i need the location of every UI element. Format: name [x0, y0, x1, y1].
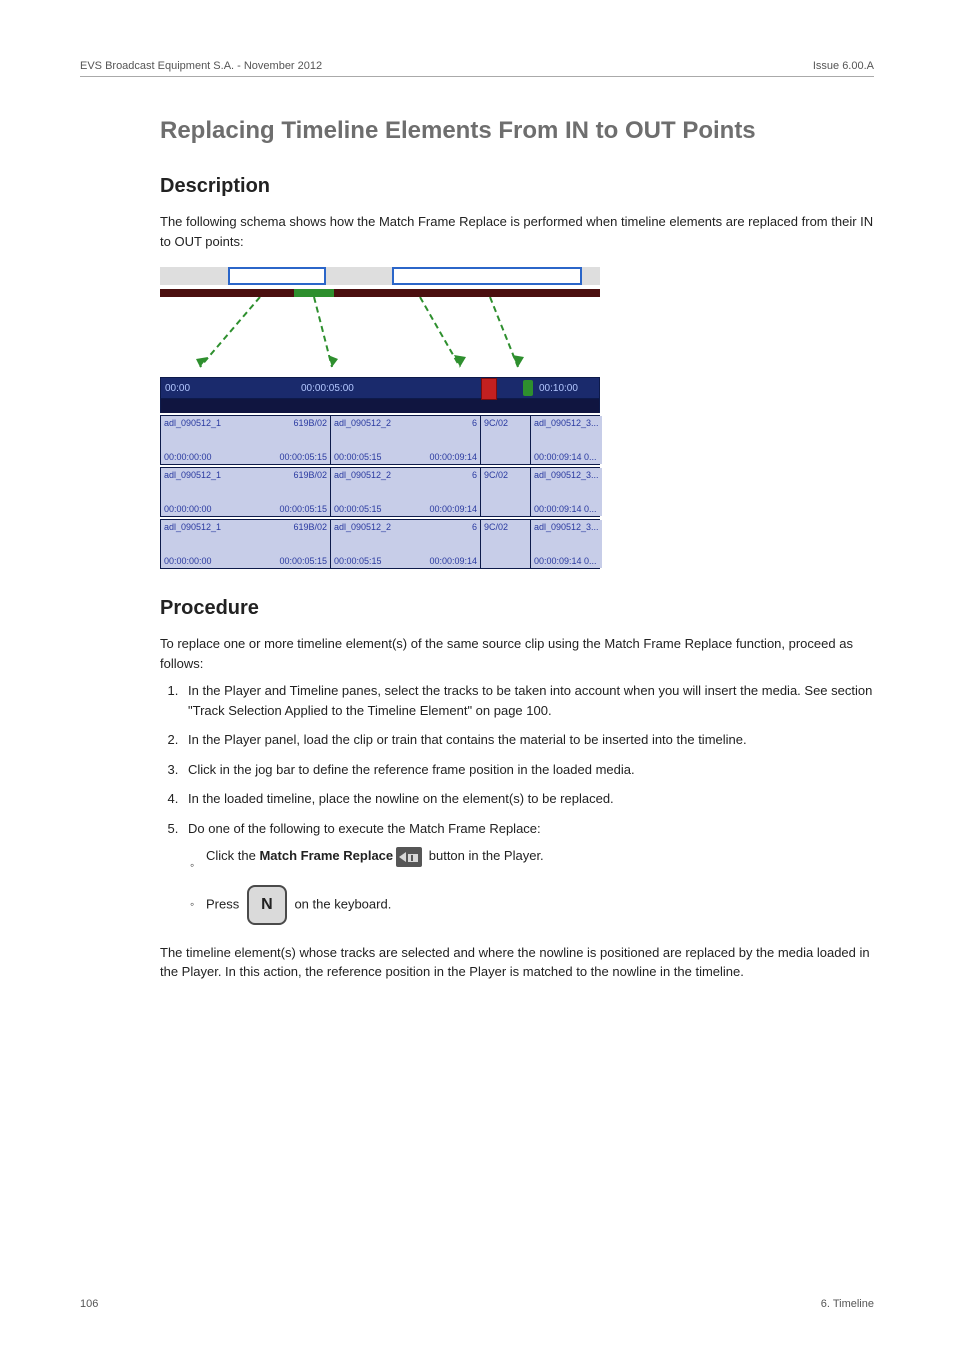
substep-click-prefix: Click the [206, 848, 259, 863]
header-right: Issue 6.00.A [813, 60, 874, 72]
clip-cell: adl_090512_1 619B/02 00:00:00:00 00:00:05:… [161, 520, 331, 568]
clip-name: adl_090512_3... [534, 470, 599, 480]
track-row: adl_090512_1 619B/02 00:00:00:00 00:00:05:… [160, 519, 600, 569]
clip-in: 00:00:09:14 0... [534, 556, 597, 566]
procedure-outro: The timeline element(s) whose tracks are… [160, 943, 874, 982]
clip-in: 00:00:09:14 0... [534, 452, 597, 462]
clip-name: adl_090512_1 [164, 522, 221, 532]
clip-out: 00:00:05:15 [279, 504, 327, 514]
header-left: EVS Broadcast Equipment S.A. - November … [80, 60, 322, 72]
schema-arrows [160, 297, 600, 377]
description-heading: Description [160, 175, 874, 198]
clip-id: 9C/02 [484, 522, 508, 532]
clip-id: 9C/02 [484, 418, 508, 428]
substep-click: Click the Match Frame Replace button in … [206, 846, 874, 867]
clip-name: adl_090512_2 [334, 522, 391, 532]
clip-name: adl_090512_3... [534, 522, 599, 532]
procedure-intro: To replace one or more timeline element(… [160, 634, 874, 673]
track-row: adl_090512_1 619B/02 00:00:00:00 00:00:05:… [160, 415, 600, 465]
step-5: Do one of the following to execute the M… [182, 819, 874, 925]
description-paragraph: The following schema shows how the Match… [160, 212, 874, 251]
step-3: Click in the jog bar to define the refer… [182, 760, 874, 780]
keyboard-key-n: N [247, 885, 287, 925]
clip-cell: 9C/02 [481, 468, 531, 516]
clip-id: 619B/02 [293, 470, 327, 480]
clip-id: 6 [472, 418, 477, 428]
schema-source-green [294, 289, 334, 297]
schema-source-strip [160, 289, 600, 297]
page-title: Replacing Timeline Elements From IN to O… [160, 117, 874, 145]
clip-id: 619B/02 [293, 522, 327, 532]
clip-in: 00:00:00:00 [164, 452, 212, 462]
ruler-gap [160, 399, 600, 413]
clip-id: 619B/02 [293, 418, 327, 428]
clip-in: 00:00:09:14 0... [534, 504, 597, 514]
clip-in: 00:00:00:00 [164, 504, 212, 514]
clip-cell: adl_090512_3... 00:00:09:14 0... [531, 468, 602, 516]
clip-id: 9C/02 [484, 470, 508, 480]
clip-cell: adl_090512_3... 00:00:09:14 0... [531, 416, 602, 464]
clip-out: 00:00:09:14 [429, 556, 477, 566]
clip-in: 00:00:05:15 [334, 556, 382, 566]
clip-cell: 9C/02 [481, 416, 531, 464]
clip-cell: adl_090512_2 6 00:00:05:15 00:00:09:14 [331, 468, 481, 516]
match-frame-replace-icon [396, 847, 422, 867]
track-row: adl_090512_1 619B/02 00:00:00:00 00:00:05:… [160, 467, 600, 517]
step-5-text: Do one of the following to execute the M… [188, 821, 541, 836]
procedure-heading: Procedure [160, 597, 874, 620]
clip-name: adl_090512_2 [334, 470, 391, 480]
clip-out: 00:00:05:15 [279, 452, 327, 462]
step-4: In the loaded timeline, place the nowlin… [182, 789, 874, 809]
clip-id: 6 [472, 522, 477, 532]
clip-in: 00:00:00:00 [164, 556, 212, 566]
clip-name: adl_090512_3... [534, 418, 599, 428]
ruler-t0: 00:00 [165, 383, 190, 394]
procedure-list: In the Player and Timeline panes, select… [160, 681, 874, 925]
ruler-green-marker [523, 380, 533, 396]
substep-click-suffix: button in the Player. [425, 848, 544, 863]
clip-cell: adl_090512_1 619B/02 00:00:00:00 00:00:05:… [161, 468, 331, 516]
substep-press-prefix: Press [206, 896, 243, 911]
substep-list: Click the Match Frame Replace button in … [188, 846, 874, 925]
clip-out: 00:00:09:14 [429, 452, 477, 462]
schema-source-block-left [228, 267, 326, 285]
clip-cell: 9C/02 [481, 520, 531, 568]
clip-in: 00:00:05:15 [334, 452, 382, 462]
clip-name: adl_090512_1 [164, 470, 221, 480]
step-1: In the Player and Timeline panes, select… [182, 681, 874, 720]
clip-cell: adl_090512_1 619B/02 00:00:00:00 00:00:05:… [161, 416, 331, 464]
time-ruler: 00:00 00:00:05:00 00:10:00 [160, 377, 600, 399]
footer-page-number: 106 [80, 1298, 98, 1310]
step-2: In the Player panel, load the clip or tr… [182, 730, 874, 750]
schema-source-block-right [392, 267, 582, 285]
clip-cell: adl_090512_3... 00:00:09:14 0... [531, 520, 602, 568]
clip-cell: adl_090512_2 6 00:00:05:15 00:00:09:14 [331, 416, 481, 464]
clip-out: 00:00:09:14 [429, 504, 477, 514]
clip-name: adl_090512_2 [334, 418, 391, 428]
clip-cell: adl_090512_2 6 00:00:05:15 00:00:09:14 [331, 520, 481, 568]
ruler-t2: 00:10:00 [539, 383, 578, 394]
clip-id: 6 [472, 470, 477, 480]
clip-out: 00:00:05:15 [279, 556, 327, 566]
header-rule [80, 76, 874, 77]
substep-press: Press N on the keyboard. [206, 885, 874, 925]
ruler-t1: 00:00:05:00 [301, 383, 354, 394]
footer-section: 6. Timeline [821, 1298, 874, 1310]
substep-click-bold: Match Frame Replace [259, 848, 393, 863]
clip-name: adl_090512_1 [164, 418, 221, 428]
schema-figure: 00:00 00:00:05:00 00:10:00 adl_090512_1 6… [160, 267, 600, 569]
substep-press-suffix: on the keyboard. [291, 896, 391, 911]
schema-top-zone [160, 267, 600, 377]
clip-in: 00:00:05:15 [334, 504, 382, 514]
ruler-nowline-marker [481, 378, 497, 400]
